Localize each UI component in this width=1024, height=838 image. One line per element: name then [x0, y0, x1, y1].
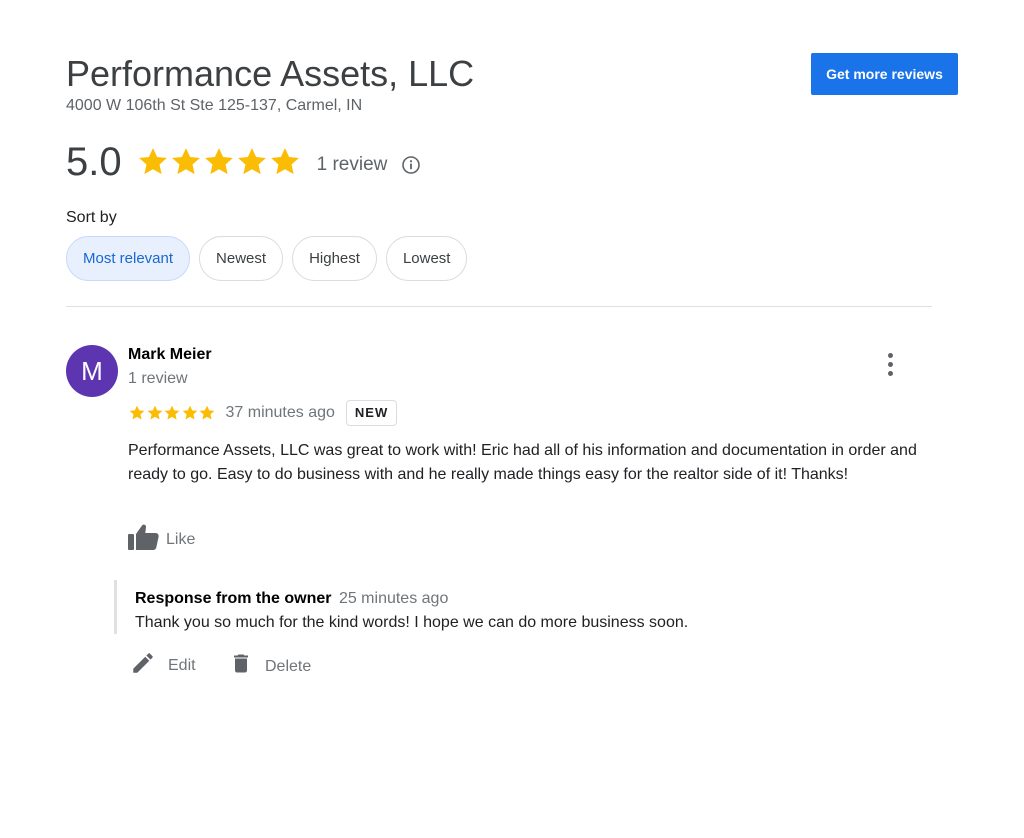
edit-label: Edit: [168, 657, 196, 674]
sort-chip-highest[interactable]: Highest: [292, 236, 377, 281]
get-more-reviews-button[interactable]: Get more reviews: [811, 53, 958, 95]
review-text: Performance Assets, LLC was great to wor…: [128, 442, 917, 483]
thumb-up-icon: [128, 524, 159, 550]
business-name: Performance Assets, LLC: [66, 53, 475, 94]
like-button[interactable]: Like: [128, 523, 195, 551]
pencil-icon: [133, 653, 153, 673]
divider: [66, 306, 932, 307]
star-icon: [129, 405, 145, 420]
owner-response: Response from the owner 25 minutes ago T…: [114, 580, 917, 634]
reviewer-name[interactable]: Mark Meier: [128, 346, 212, 364]
more-vert-icon-dot: [887, 370, 893, 376]
more-vert-icon-dot: [887, 361, 893, 367]
business-address: 4000 W 106th St Ste 125-137, Carmel, IN: [66, 97, 363, 114]
review-count: 1 review: [316, 154, 388, 175]
more-options-button[interactable]: [878, 350, 902, 378]
review-time: 37 minutes ago: [225, 404, 335, 421]
average-rating: 5.0: [66, 140, 122, 184]
star-icon: [171, 148, 200, 175]
edit-button[interactable]: Edit: [130, 650, 196, 676]
star-icon: [182, 405, 197, 420]
owner-response-time: 25 minutes ago: [338, 590, 449, 607]
new-badge: NEW: [345, 400, 398, 426]
sort-chip-most-relevant[interactable]: Most relevant: [66, 236, 191, 281]
star-icon: [147, 405, 162, 420]
sort-chips: Most relevant Newest Highest Lowest: [66, 236, 476, 281]
sort-chip-newest[interactable]: Newest: [199, 236, 284, 281]
more-vert-icon: [887, 352, 893, 358]
rating-stars: [136, 145, 301, 179]
avatar[interactable]: M: [66, 345, 118, 397]
reviewer-review-count: 1 review: [128, 370, 188, 387]
like-label: Like: [166, 531, 196, 548]
rating-summary: 5.0 1 review: [66, 140, 421, 184]
star-icon: [270, 148, 299, 175]
star-icon: [164, 405, 180, 420]
star-icon: [204, 148, 233, 175]
review-meta: 37 minutes ago NEW: [128, 400, 398, 426]
sort-chip-lowest[interactable]: Lowest: [385, 236, 468, 281]
trash-icon: [234, 654, 248, 673]
owner-response-header: Response from the owner 25 minutes ago: [135, 590, 448, 608]
star-icon: [199, 405, 215, 420]
delete-label: Delete: [265, 657, 312, 675]
info-icon[interactable]: [401, 155, 421, 175]
delete-button[interactable]: Delete: [229, 650, 311, 677]
star-icon: [138, 148, 167, 175]
review-stars: [128, 404, 216, 422]
owner-response-title: Response from the owner: [135, 590, 332, 607]
star-icon: [237, 148, 266, 175]
owner-response-text: Thank you so much for the kind words! I …: [135, 614, 689, 631]
sort-label: Sort by: [66, 209, 117, 226]
